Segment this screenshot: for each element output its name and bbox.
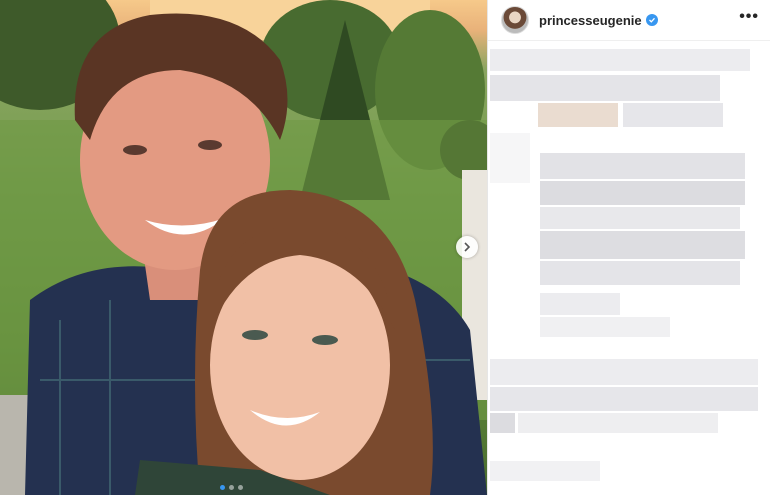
blurred-caption — [488, 41, 770, 495]
more-options-icon[interactable]: ••• — [739, 9, 759, 28]
post-side-panel: princesseugenie ••• — [487, 0, 770, 495]
verified-badge-icon — [645, 14, 658, 26]
post-photo[interactable] — [0, 0, 487, 495]
carousel-dot — [238, 485, 243, 490]
post-header: princesseugenie ••• — [488, 0, 770, 41]
username-link[interactable]: princesseugenie — [539, 13, 642, 28]
carousel-indicator — [220, 485, 243, 490]
carousel-dot — [220, 485, 225, 490]
next-slide-button[interactable] — [456, 236, 478, 258]
chevron-right-icon — [464, 242, 471, 252]
photo-illustration — [0, 0, 487, 495]
carousel-dot — [229, 485, 234, 490]
avatar[interactable] — [501, 6, 529, 34]
